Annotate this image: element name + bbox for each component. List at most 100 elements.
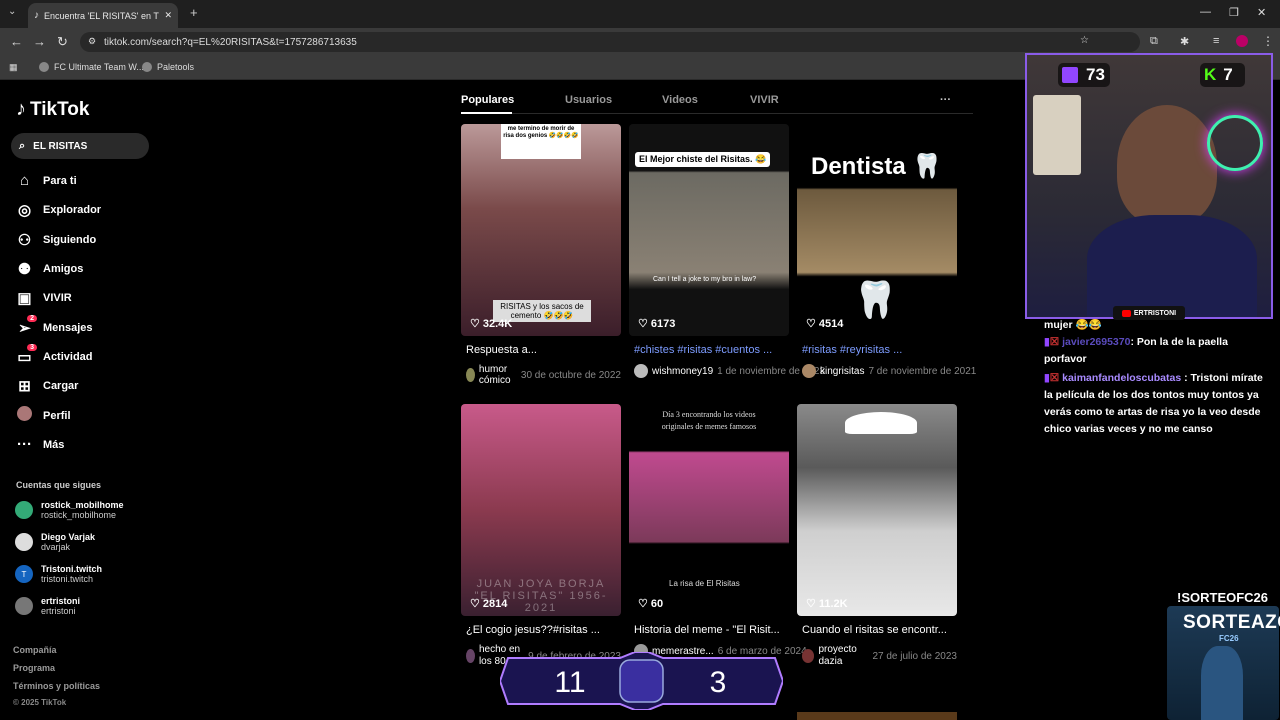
- thumb-bottom-text: La risa de El Risitas: [669, 579, 740, 588]
- video-user[interactable]: humor cómico: [479, 364, 517, 386]
- nav-cargar[interactable]: ⊞ Cargar: [16, 377, 78, 395]
- bookmark-favicon-icon: [39, 62, 49, 72]
- menu-kebab-icon[interactable]: ⋮: [1262, 34, 1274, 48]
- footer-programa[interactable]: Programa: [13, 663, 55, 673]
- bookmark-paletools[interactable]: Paletools: [142, 62, 194, 72]
- nav-vivir[interactable]: ▣ VIVIR: [16, 289, 71, 307]
- nav-mensajes[interactable]: ➢ 2 Mensajes: [16, 315, 93, 337]
- media-icon[interactable]: ≡: [1213, 35, 1219, 47]
- video-user[interactable]: proyecto dazia: [818, 644, 868, 668]
- following-account[interactable]: ertristoni ertristoni: [15, 596, 80, 616]
- following-account[interactable]: T Tristoni.twitch tristoni.twitch: [15, 564, 102, 584]
- tab-populares[interactable]: Populares: [461, 94, 514, 106]
- heart-icon: ♡: [638, 318, 648, 330]
- heart-icon: ♡: [470, 318, 480, 330]
- video-user[interactable]: wishmoney19: [652, 366, 713, 377]
- user-follow-icon: ⚇: [17, 232, 32, 249]
- tiktok-note-icon: ♪: [16, 98, 26, 120]
- following-account[interactable]: rostick_mobilhome rostick_mobilhome: [15, 500, 124, 520]
- twitch-viewer-count: 73: [1058, 63, 1110, 87]
- nav-actividad[interactable]: ▭ 3 Actividad: [16, 344, 93, 366]
- following-account[interactable]: Diego Varjak dvarjak: [15, 532, 95, 552]
- reload-icon[interactable]: ↻: [57, 34, 68, 50]
- video-caption[interactable]: Cuando el risitas se encontr...: [802, 624, 962, 636]
- heart-icon: ♡: [638, 598, 648, 610]
- video-thumbnail[interactable]: ♡ 11.2K: [797, 404, 957, 616]
- profile-avatar-icon[interactable]: [1236, 35, 1248, 47]
- streamer-shirt: [1087, 215, 1257, 317]
- more-options-icon[interactable]: ···: [940, 94, 951, 106]
- footer-terminos[interactable]: Términos y políticas: [13, 681, 100, 691]
- back-icon[interactable]: ←: [10, 34, 23, 49]
- tab-vivir[interactable]: VIVIR: [750, 94, 779, 106]
- tab-usuarios[interactable]: Usuarios: [565, 94, 612, 106]
- restore-icon[interactable]: ❐: [1229, 6, 1239, 19]
- nav-mas[interactable]: ··· Más: [16, 436, 64, 453]
- thumb-top-text: El Mejor chiste del Risitas. 😂: [635, 152, 771, 167]
- video-thumbnail-partial[interactable]: [797, 712, 957, 720]
- tiktok-logo[interactable]: ♪ TikTok: [16, 98, 89, 121]
- nav-perfil[interactable]: Perfil: [16, 406, 71, 425]
- close-tab-icon[interactable]: ✕: [164, 10, 172, 21]
- chat-message: ▮☒ kaimanfandeloscubatas : Tristoni míra…: [1044, 372, 1263, 435]
- video-caption[interactable]: ¿El cogio jesus??#risitas ...: [466, 624, 626, 636]
- bookmark-favicon-icon: [142, 62, 152, 72]
- video-caption[interactable]: #risitas #reyrisitas ...: [802, 344, 962, 356]
- tab-search-icon[interactable]: ⌄: [8, 6, 16, 17]
- video-caption[interactable]: #chistes #risitas #cuentos ...: [634, 344, 794, 356]
- user-avatar: [802, 649, 815, 663]
- nav-amigos[interactable]: ⚉ Amigos: [16, 260, 84, 278]
- search-icon: ⌕: [19, 139, 26, 152]
- likes-count: ♡ 32.4K: [470, 317, 513, 331]
- tab-videos[interactable]: Videos: [662, 94, 698, 106]
- send-icon: ➢ 2: [16, 315, 37, 337]
- tiktok-favicon-icon: ♪: [34, 10, 39, 21]
- likes-count: ♡ 11.2K: [806, 597, 848, 611]
- following-title: Cuentas que sigues: [16, 480, 102, 490]
- url-bar[interactable]: ⚙ tiktok.com/search?q=EL%20RISITAS&t=175…: [80, 32, 1140, 52]
- video-card[interactable]: JUAN JOYA BORJA "EL RISITAS" 1956-2021 ♡…: [461, 404, 621, 667]
- new-tab-icon[interactable]: +: [190, 5, 198, 20]
- sorteo-title: SORTEAZO: [1183, 612, 1280, 633]
- nav-explorador[interactable]: ◎ Explorador: [16, 201, 101, 219]
- bookmark-fc[interactable]: FC Ultimate Team W...: [39, 62, 144, 72]
- forward-icon[interactable]: →: [33, 34, 46, 49]
- avatar: [15, 533, 33, 551]
- video-thumbnail[interactable]: Dentista 🦷 🦷 ♡ 4514: [797, 124, 957, 336]
- video-thumbnail[interactable]: Día 3 encontrando los videos originales …: [629, 404, 789, 616]
- video-thumbnail[interactable]: me termino de morir de risa dos genios 🤣…: [461, 124, 621, 336]
- heart-icon: ♡: [806, 318, 816, 330]
- video-meta: kingrisitas 7 de noviembre de 2021: [802, 364, 976, 378]
- video-card[interactable]: Día 3 encontrando los videos originales …: [629, 404, 807, 658]
- nav-para-ti[interactable]: ⌂ Para ti: [16, 172, 77, 189]
- video-thumbnail[interactable]: El Mejor chiste del Risitas. 😂 Can I tel…: [629, 124, 789, 336]
- nav-siguiendo[interactable]: ⚇ Siguiendo: [16, 231, 96, 249]
- video-card[interactable]: ♡ 11.2K Cuando el risitas se encontr... p…: [797, 404, 957, 667]
- upload-icon: ⊞: [18, 378, 31, 395]
- close-window-icon[interactable]: ✕: [1257, 6, 1266, 19]
- apps-grid-icon[interactable]: ▦: [9, 62, 18, 73]
- search-input[interactable]: ⌕ EL RISITAS: [11, 133, 149, 159]
- likes-count: ♡ 2814: [470, 597, 508, 611]
- site-info-icon[interactable]: ⚙: [88, 36, 96, 47]
- video-card[interactable]: El Mejor chiste del Risitas. 😂 Can I tel…: [629, 124, 825, 378]
- extension-icon[interactable]: ⧉: [1150, 35, 1158, 48]
- video-card[interactable]: Dentista 🦷 🦷 ♡ 4514 #risitas #reyrisitas …: [797, 124, 976, 378]
- browser-tab[interactable]: ♪ Encuentra 'EL RISITAS' en TikTok ✕: [28, 3, 178, 28]
- user-avatar: [802, 364, 816, 378]
- video-caption[interactable]: Historia del meme - "El Risit...: [634, 624, 794, 636]
- avatar-icon: [16, 406, 33, 425]
- video-caption[interactable]: Respuesta a...: [466, 344, 626, 356]
- video-card[interactable]: me termino de morir de risa dos genios 🤣…: [461, 124, 621, 386]
- neon-sign-icon: [1207, 115, 1263, 171]
- footer-compania[interactable]: Compañía: [13, 645, 57, 655]
- footer-copyright: © 2025 TikTok: [13, 698, 67, 707]
- puzzle-icon[interactable]: ✱: [1180, 35, 1189, 48]
- video-user[interactable]: kingrisitas: [820, 366, 864, 377]
- video-date: 30 de octubre de 2022: [520, 369, 621, 381]
- minimize-icon[interactable]: —: [1200, 6, 1211, 18]
- player-figure: [1201, 646, 1243, 720]
- search-value: EL RISITAS: [33, 140, 88, 152]
- video-thumbnail[interactable]: JUAN JOYA BORJA "EL RISITAS" 1956-2021 ♡…: [461, 404, 621, 616]
- bookmark-star-icon[interactable]: ☆: [1080, 35, 1089, 46]
